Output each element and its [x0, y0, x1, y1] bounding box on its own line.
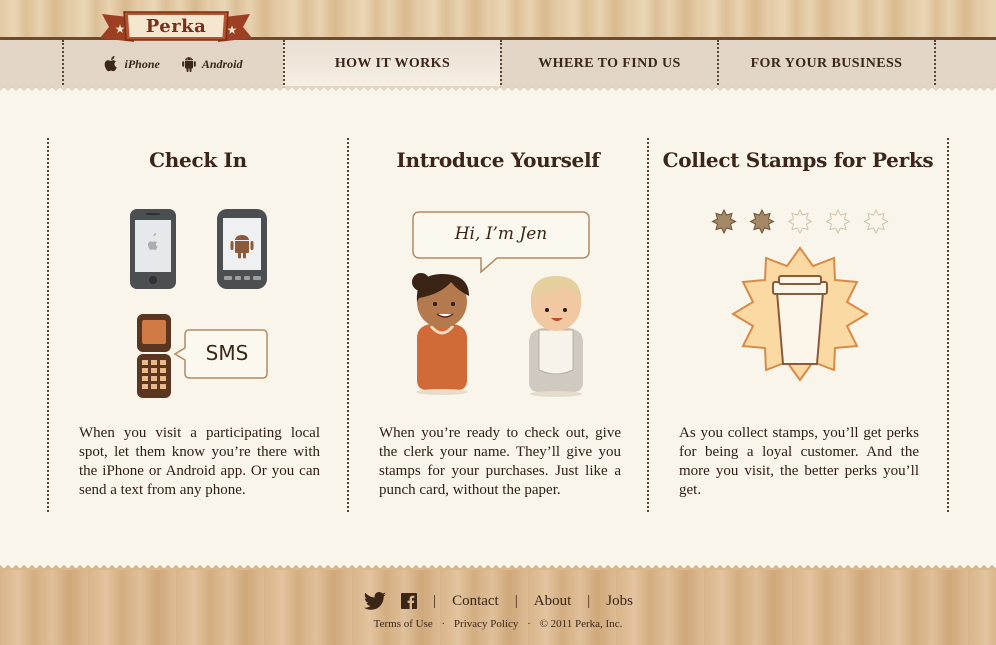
flip-phone-illustration	[135, 313, 175, 403]
step-check-in: Check In SMS When you visit a participat…	[47, 138, 347, 512]
footer-zigzag-edge	[0, 562, 996, 570]
android-phone-illustration	[216, 208, 270, 296]
clerk-figure-illustration	[521, 274, 591, 402]
stamp-empty-icon	[825, 208, 851, 235]
android-icon	[182, 56, 196, 72]
stamp-empty-icon	[787, 208, 813, 235]
nav-zigzag-edge	[0, 86, 996, 94]
customer-figure-illustration	[407, 268, 477, 400]
footer-link-jobs[interactable]: Jobs	[606, 593, 633, 610]
apple-icon	[104, 56, 118, 72]
twitter-icon[interactable]	[363, 592, 387, 610]
footer-separator: |	[587, 592, 591, 609]
logo-text: Perka	[145, 16, 207, 37]
speech-text: Hi, I’m Jen	[454, 224, 548, 244]
iphone-illustration	[129, 208, 179, 296]
nav-iphone-link[interactable]: iPhone	[104, 56, 160, 72]
footer-legal: Terms of Use · Privacy Policy · © 2011 P…	[0, 618, 996, 630]
footer-link-contact[interactable]: Contact	[452, 593, 499, 610]
stamp-filled-icon	[749, 208, 775, 235]
footer-dot: ·	[441, 618, 446, 630]
svg-text:★: ★	[115, 22, 126, 36]
facebook-icon[interactable]	[401, 593, 418, 609]
nav-iphone-label: iPhone	[124, 56, 160, 71]
footer-links: | Contact | About | Jobs	[0, 590, 996, 612]
step-description: As you collect stamps, you’ll get perks …	[679, 425, 919, 498]
step-title: Introduce Yourself	[396, 148, 600, 172]
step-description: When you visit a participating local spo…	[79, 425, 320, 498]
copyright-text: © 2011 Perka, Inc.	[539, 618, 623, 630]
step-introduce-yourself: Introduce Yourself Hi, I’m Jen When you’…	[347, 138, 647, 512]
terms-link[interactable]: Terms of Use	[374, 618, 433, 630]
stamp-filled-icon	[711, 208, 737, 235]
footer-separator: |	[433, 592, 437, 609]
stamp-progress	[711, 208, 891, 242]
sms-bubble: SMS	[173, 328, 269, 386]
step-collect-stamps: Collect Stamps for Perks As you collect …	[647, 138, 947, 512]
sms-label: SMS	[205, 341, 249, 365]
column-divider	[947, 138, 949, 512]
nav-android-label: Android	[201, 56, 243, 71]
footer-link-about[interactable]: About	[534, 593, 572, 610]
coffee-cup-stamp-illustration	[719, 246, 881, 386]
step-title: Collect Stamps for Perks	[662, 148, 934, 172]
step-title: Check In	[149, 148, 247, 172]
nav-where-to-find-us[interactable]: WHERE TO FIND US	[500, 40, 717, 88]
nav-android-link[interactable]: Android	[182, 56, 243, 72]
nav-how-it-works[interactable]: HOW IT WORKS	[283, 40, 500, 88]
privacy-link[interactable]: Privacy Policy	[454, 618, 518, 630]
perka-logo[interactable]: ★ ★ Perka	[100, 6, 252, 48]
nav-for-your-business[interactable]: FOR YOUR BUSINESS	[717, 40, 934, 88]
svg-text:★: ★	[227, 23, 238, 37]
step-description: When you’re ready to check out, give the…	[379, 425, 621, 498]
stamp-empty-icon	[863, 208, 889, 235]
footer-separator: |	[514, 592, 518, 609]
footer-dot: ·	[527, 618, 531, 630]
nav-divider	[934, 40, 936, 88]
